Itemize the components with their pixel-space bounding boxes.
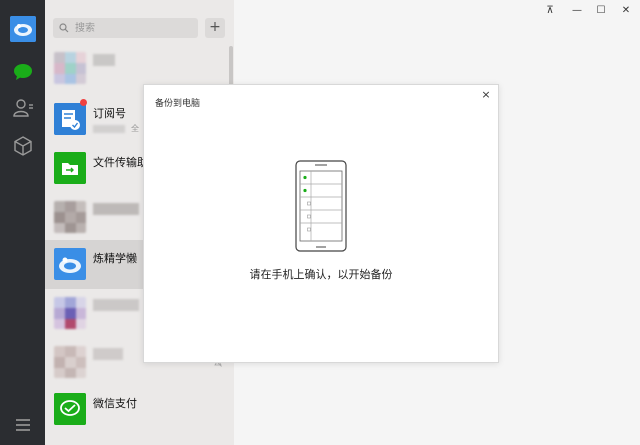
wechat-pay-icon — [54, 393, 86, 425]
unread-badge — [80, 99, 87, 106]
contact-name-redacted — [93, 203, 139, 215]
chat-nav-icon[interactable] — [11, 60, 35, 84]
add-button[interactable]: + — [205, 18, 225, 38]
pin-icon[interactable]: ⊼ — [543, 4, 557, 18]
subscriptions-icon — [54, 103, 86, 135]
session-title: 文件传输助 — [93, 156, 148, 169]
session-title: 微信支付 — [93, 397, 137, 410]
session-title: 订阅号 — [93, 107, 126, 120]
maximize-button[interactable]: ☐ — [594, 4, 608, 18]
favorites-nav-icon[interactable] — [11, 134, 35, 158]
phone-icon — [295, 160, 347, 252]
contact-avatar — [54, 297, 86, 329]
nav-rail — [0, 0, 45, 445]
avatar-logo-icon — [10, 16, 36, 42]
contacts-nav-icon[interactable] — [11, 96, 35, 120]
session-subtitle-redacted — [93, 125, 125, 133]
search-input[interactable] — [73, 21, 187, 35]
search-icon — [59, 23, 69, 33]
user-avatar[interactable] — [10, 16, 36, 42]
contact-avatar — [54, 52, 86, 84]
list-item-wechat-pay[interactable]: 微信支付 — [45, 385, 234, 434]
session-subtitle: 全 — [131, 124, 139, 133]
menu-icon[interactable] — [13, 417, 33, 433]
wechat-window: + — [0, 0, 640, 445]
dialog-title: 备份到电脑 — [155, 99, 201, 109]
contact-name-redacted — [93, 299, 139, 311]
contact-avatar — [54, 248, 86, 280]
dialog-close-button[interactable]: × — [479, 88, 493, 102]
contact-name-redacted — [93, 348, 123, 360]
contact-avatar — [54, 346, 86, 378]
minimize-button[interactable]: — — [570, 4, 584, 18]
contact-avatar — [54, 201, 86, 233]
close-window-button[interactable]: ✕ — [619, 4, 633, 18]
file-transfer-icon — [54, 152, 86, 184]
session-title: 炼精学懒 — [93, 252, 137, 265]
backup-dialog: 备份到电脑 × 请在手机上确认，以开始备份 — [143, 84, 499, 363]
search-box[interactable] — [53, 18, 198, 38]
contact-name-redacted — [93, 54, 115, 66]
confirm-message: 请在手机上确认，以开始备份 — [249, 268, 393, 281]
